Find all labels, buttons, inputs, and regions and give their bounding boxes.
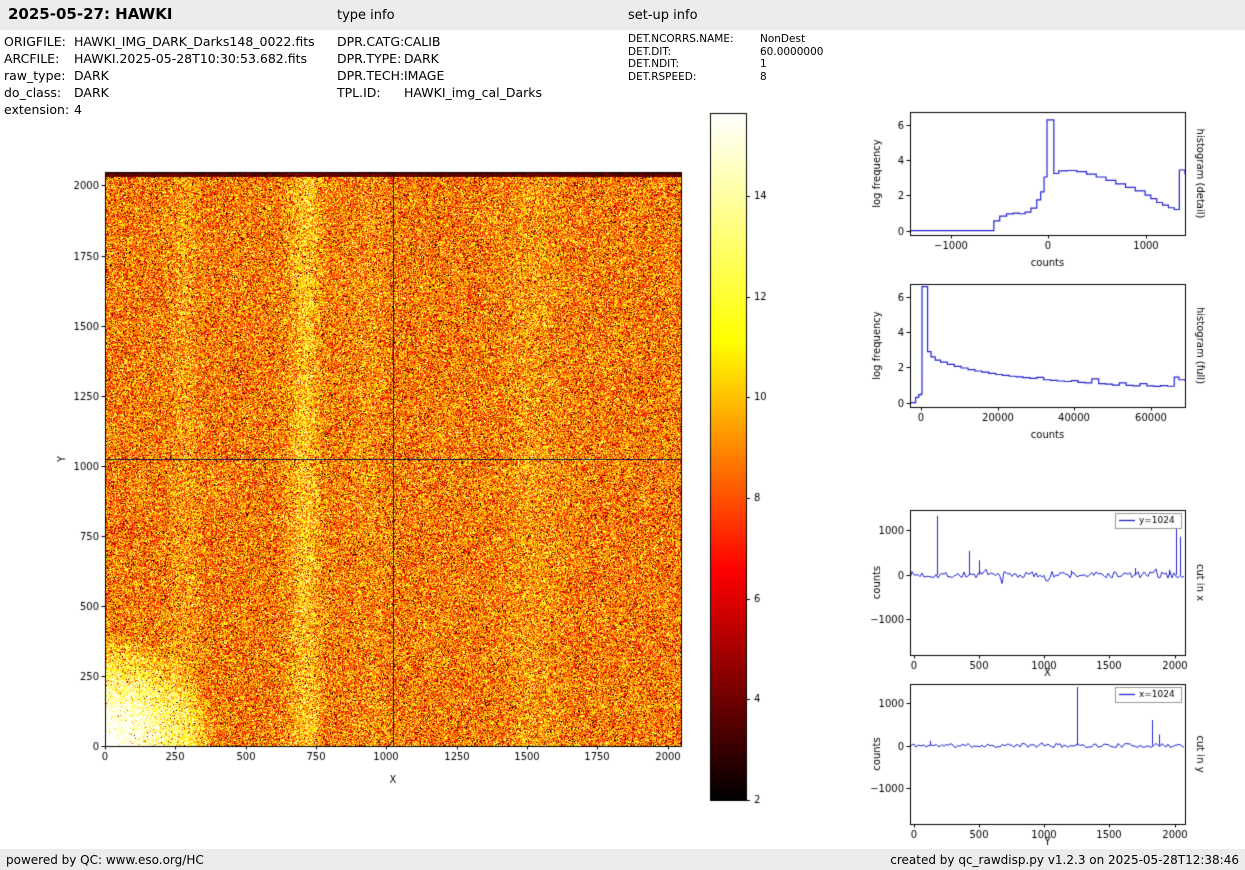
meta-row: extension:4: [4, 101, 315, 118]
meta-label: ARCFILE:: [4, 50, 74, 67]
meta-label: do_class:: [4, 84, 74, 101]
meta-label: DET.DIT:: [628, 46, 760, 59]
meta-value: 8: [760, 71, 767, 83]
meta-value: HAWKI_IMG_DARK_Darks148_0022.fits: [74, 34, 315, 49]
meta-value: NonDest: [760, 33, 805, 45]
meta-label: TPL.ID:: [337, 84, 404, 101]
meta-row: TPL.ID:HAWKI_img_cal_Darks: [337, 84, 542, 101]
meta-value: DARK: [74, 85, 109, 100]
meta-row: raw_type:DARK: [4, 67, 315, 84]
meta-row: DET.NDIT:1: [628, 58, 823, 71]
meta-label: extension:: [4, 101, 74, 118]
file-info-block: ORIGFILE:HAWKI_IMG_DARK_Darks148_0022.fi…: [4, 33, 315, 118]
meta-row: DET.RSPEED:8: [628, 71, 823, 84]
qc-report-page: 2025-05-27: HAWKI type info set-up info …: [0, 0, 1245, 870]
header-bar: [0, 0, 1245, 30]
meta-label: DET.RSPEED:: [628, 71, 760, 84]
footer-bar: powered by QC: www.eso.org/HC created by…: [0, 849, 1245, 870]
meta-row: DPR.TYPE:DARK: [337, 50, 542, 67]
footer-left-text: powered by QC: www.eso.org/HC: [6, 853, 204, 867]
type-info-block: DPR.CATG:CALIB DPR.TYPE:DARK DPR.TECH:IM…: [337, 33, 542, 101]
meta-label: ORIGFILE:: [4, 33, 74, 50]
meta-label: DET.NDIT:: [628, 58, 760, 71]
cut-in-x-plot: [855, 493, 1245, 683]
type-info-heading: type info: [337, 8, 395, 23]
dark-frame-image-plot: [40, 140, 720, 820]
histogram-full-plot: [855, 267, 1245, 447]
cut-in-y-plot: [855, 664, 1245, 850]
meta-row: DET.DIT:60.0000000: [628, 46, 823, 59]
setup-info-block: DET.NCORRS.NAME:NonDest DET.DIT:60.00000…: [628, 33, 823, 83]
meta-label: raw_type:: [4, 67, 74, 84]
histogram-detail-plot: [855, 95, 1245, 275]
setup-info-heading: set-up info: [628, 8, 698, 23]
colorbar: [700, 105, 790, 815]
meta-row: do_class:DARK: [4, 84, 315, 101]
meta-value: DARK: [74, 68, 109, 83]
page-title: 2025-05-27: HAWKI: [8, 5, 172, 23]
meta-value: HAWKI.2025-05-28T10:30:53.682.fits: [74, 51, 307, 66]
meta-value: 60.0000000: [760, 46, 823, 58]
meta-value: HAWKI_img_cal_Darks: [404, 85, 542, 100]
meta-row: ARCFILE:HAWKI.2025-05-28T10:30:53.682.fi…: [4, 50, 315, 67]
meta-value: IMAGE: [404, 68, 444, 83]
footer-right-text: created by qc_rawdisp.py v1.2.3 on 2025-…: [890, 853, 1239, 867]
meta-row: DPR.CATG:CALIB: [337, 33, 542, 50]
meta-value: CALIB: [404, 34, 441, 49]
meta-label: DPR.CATG:: [337, 33, 404, 50]
meta-value: 1: [760, 58, 767, 70]
meta-row: ORIGFILE:HAWKI_IMG_DARK_Darks148_0022.fi…: [4, 33, 315, 50]
meta-label: DET.NCORRS.NAME:: [628, 33, 760, 46]
meta-row: DPR.TECH:IMAGE: [337, 67, 542, 84]
meta-label: DPR.TYPE:: [337, 50, 404, 67]
meta-label: DPR.TECH:: [337, 67, 404, 84]
meta-row: DET.NCORRS.NAME:NonDest: [628, 33, 823, 46]
meta-value: DARK: [404, 51, 439, 66]
meta-value: 4: [74, 102, 82, 117]
